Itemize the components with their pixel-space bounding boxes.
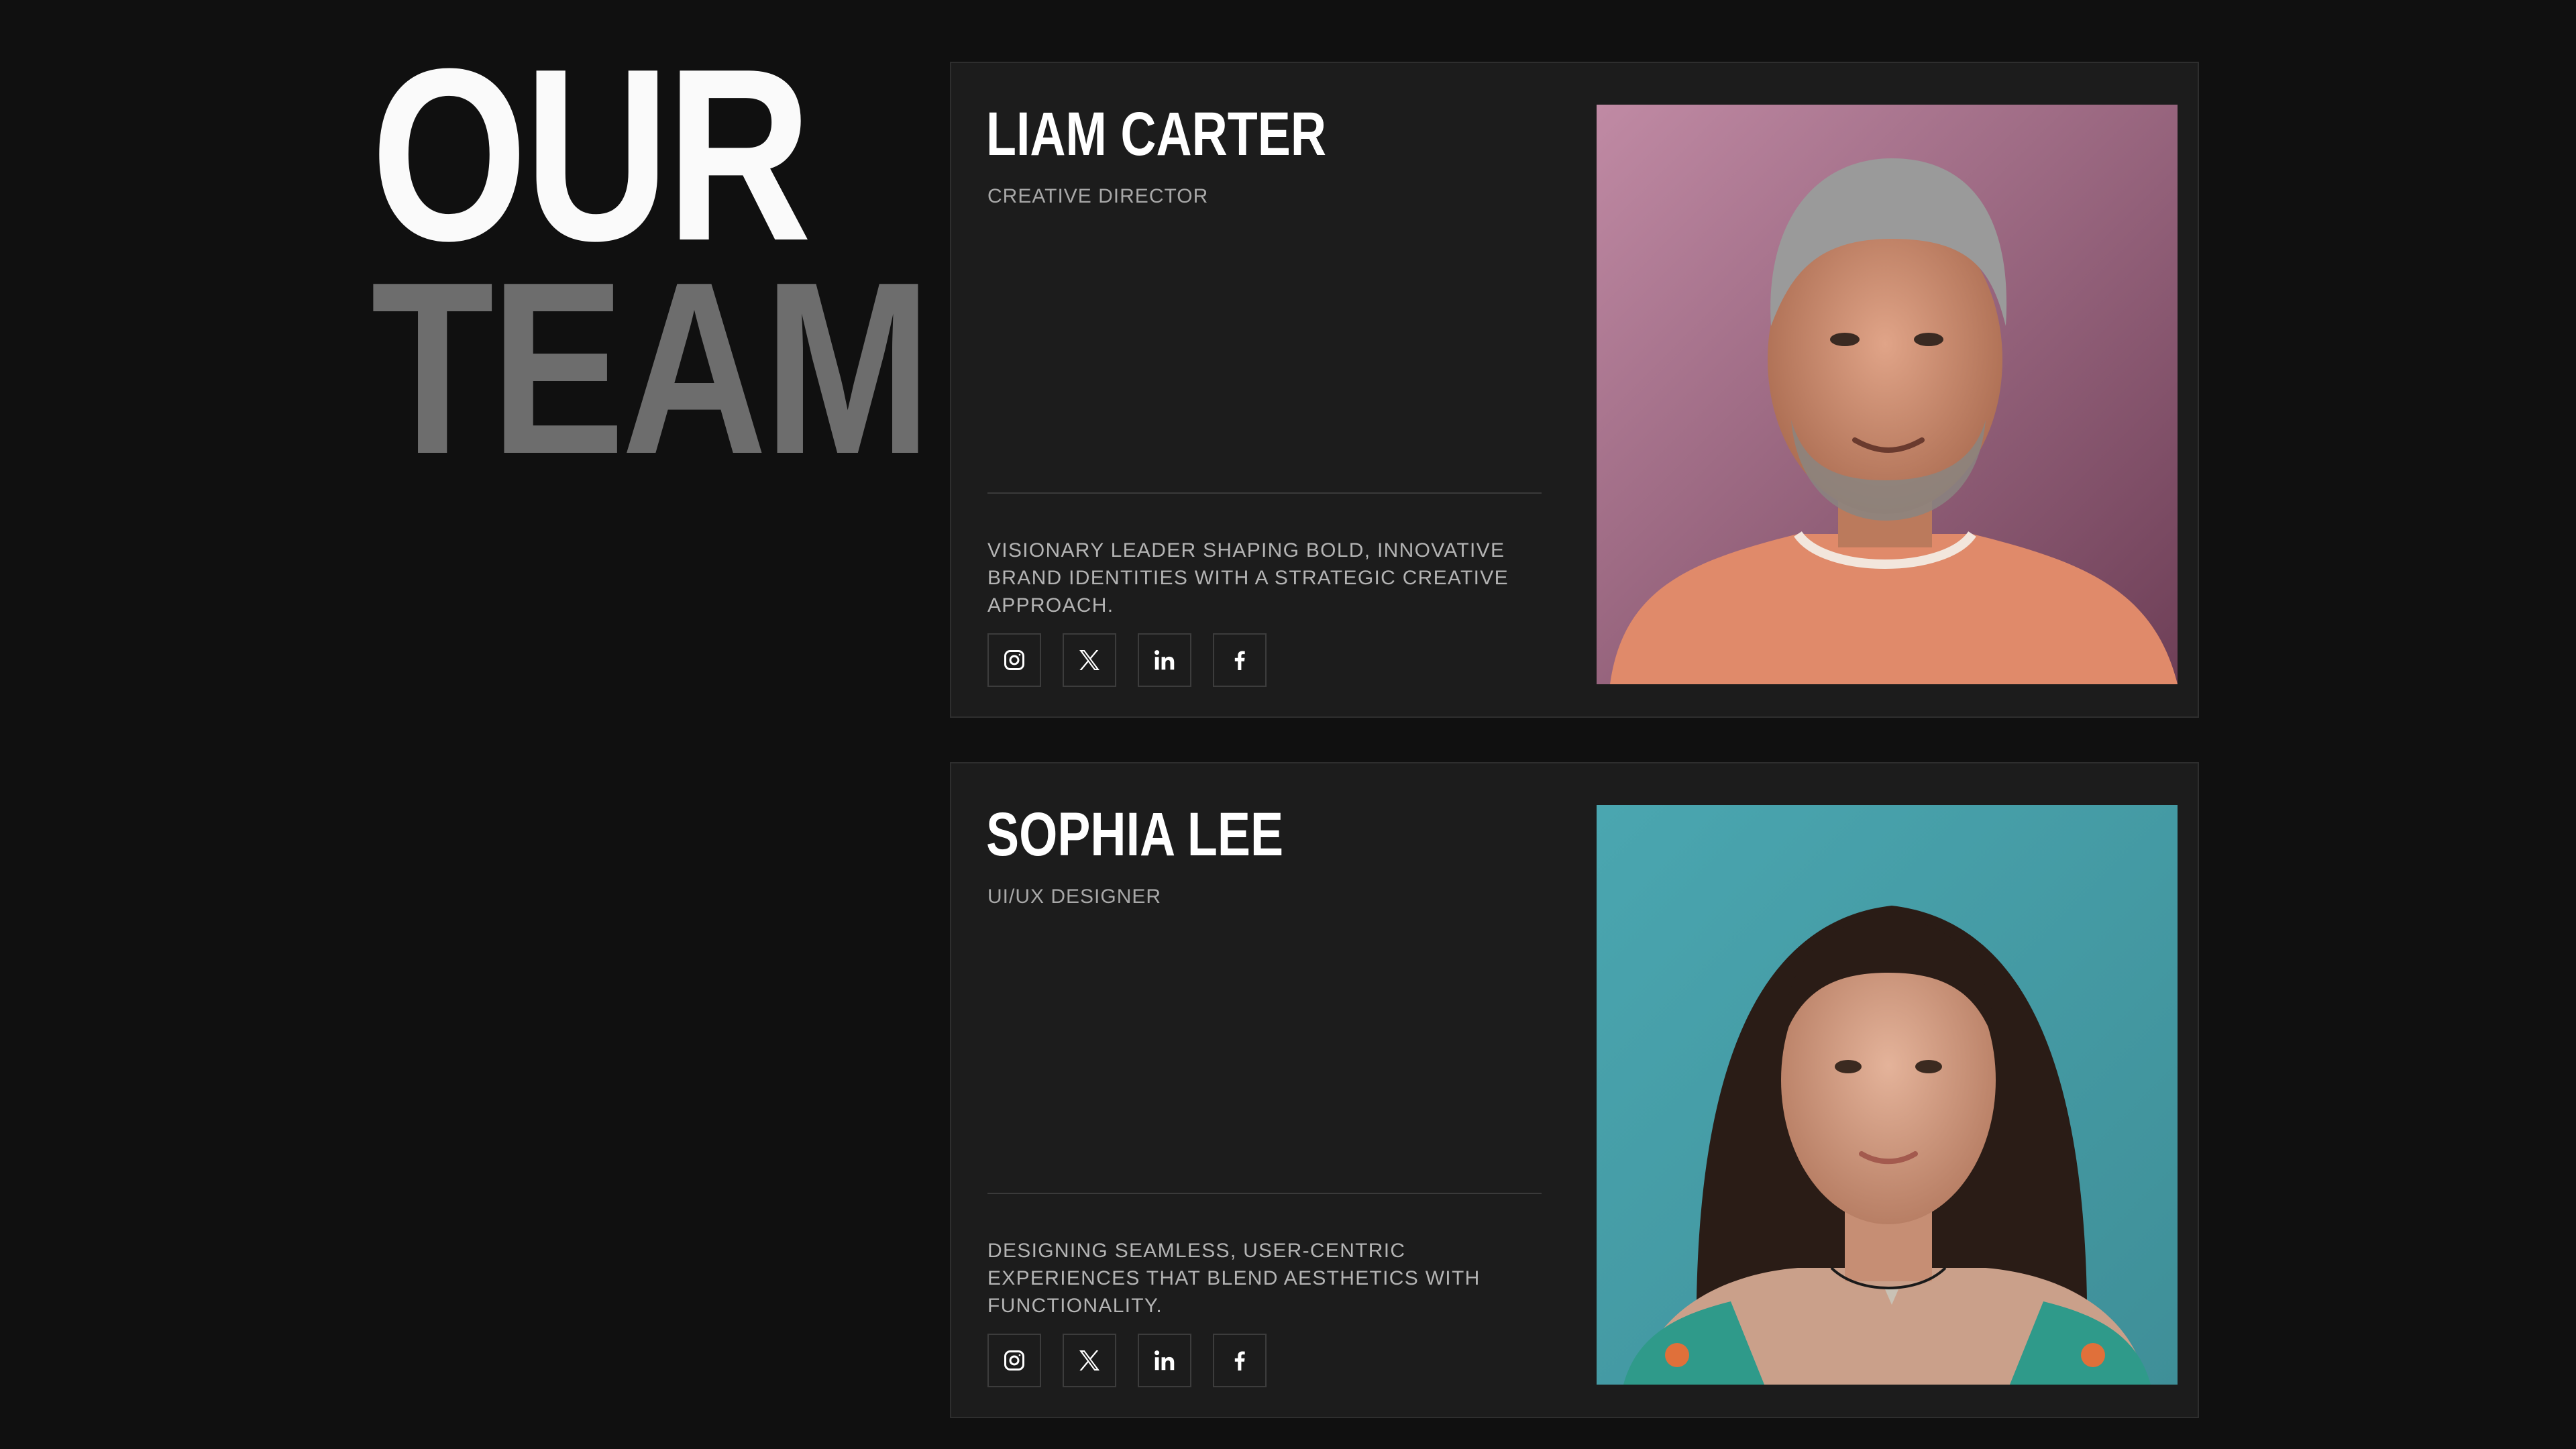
instagram-icon: [1004, 1350, 1024, 1371]
social-links: [987, 1334, 1267, 1387]
linkedin-button[interactable]: [1138, 633, 1191, 687]
portrait-liam-carter: [1597, 105, 2178, 684]
page-heading: OUR TEAM: [371, 17, 931, 505]
member-description: DESIGNING SEAMLESS, USER-CENTRIC EXPERIE…: [987, 1240, 1481, 1317]
linkedin-icon: [1155, 650, 1175, 670]
linkedin-icon: [1155, 1350, 1175, 1371]
heading-line-team: TEAM: [371, 231, 931, 505]
heading-line-our: OUR: [371, 17, 812, 292]
team-card-sophia-lee: SOPHIA LEE UI/UX DESIGNER DESIGNING SEAM…: [950, 762, 2199, 1418]
divider: [987, 1193, 1542, 1194]
member-role: UI/UX DESIGNER: [987, 885, 1162, 908]
divider: [987, 492, 1542, 494]
team-page: OUR TEAM LIAM CARTER CREATIVE DIRECTOR V…: [0, 0, 2576, 1449]
instagram-button[interactable]: [987, 1334, 1041, 1387]
member-name: LIAM CARTER: [986, 100, 1326, 168]
facebook-icon: [1234, 651, 1245, 670]
facebook-button[interactable]: [1213, 633, 1267, 687]
x-button[interactable]: [1063, 633, 1116, 687]
member-role: CREATIVE DIRECTOR: [987, 185, 1209, 207]
team-card-liam-carter: LIAM CARTER CREATIVE DIRECTOR VISIONARY …: [950, 62, 2199, 718]
x-icon: [1079, 650, 1099, 670]
social-links: [987, 633, 1267, 687]
member-description: VISIONARY LEADER SHAPING BOLD, INNOVATIV…: [987, 539, 1509, 616]
instagram-icon: [1004, 650, 1024, 670]
linkedin-button[interactable]: [1138, 1334, 1191, 1387]
member-name: SOPHIA LEE: [986, 800, 1284, 869]
member-photo: [1597, 105, 2178, 684]
portrait-sophia-lee: [1597, 805, 2178, 1385]
facebook-button[interactable]: [1213, 1334, 1267, 1387]
facebook-icon: [1234, 1351, 1245, 1371]
instagram-button[interactable]: [987, 633, 1041, 687]
member-photo: [1597, 805, 2178, 1385]
x-button[interactable]: [1063, 1334, 1116, 1387]
x-icon: [1079, 1350, 1099, 1371]
